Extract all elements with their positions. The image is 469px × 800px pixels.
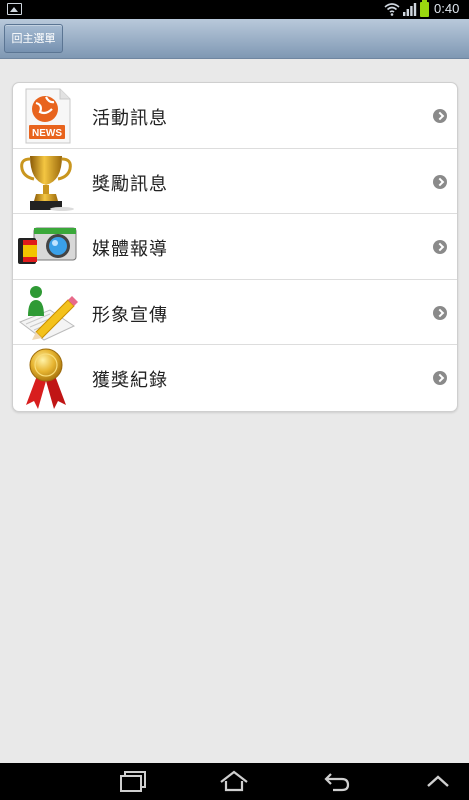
header-bar: 回主選單 — [0, 19, 469, 59]
trophy-icon — [20, 155, 74, 211]
status-bar: 0:40 — [0, 0, 469, 19]
chevron-right-icon — [433, 109, 447, 123]
menu-up-icon[interactable] — [425, 770, 451, 792]
menu-item-award-records[interactable]: 獲獎紀錄 — [13, 345, 457, 411]
image-notification-icon — [7, 3, 22, 15]
menu-item-label: 媒體報導 — [92, 239, 168, 261]
menu-item-media-reports[interactable]: 媒體報導 — [13, 214, 457, 280]
menu-item-label: 獎勵訊息 — [92, 173, 168, 195]
medal-ribbon-icon — [26, 348, 66, 410]
clock-time: 0:40 — [434, 1, 460, 16]
chevron-right-icon — [433, 305, 447, 320]
back-icon[interactable] — [323, 770, 351, 792]
menu-list: NEWS 活動訊息 獎勵訊息 媒體報導 形象宣傳 獲獎紀錄 — [12, 82, 458, 412]
svg-text:NEWS: NEWS — [32, 128, 62, 139]
menu-item-reward-news[interactable]: 獎勵訊息 — [13, 149, 457, 215]
camera-film-icon — [18, 227, 77, 265]
chevron-right-icon — [433, 371, 447, 386]
recent-apps-icon[interactable] — [119, 770, 147, 792]
menu-item-label: 獲獎紀錄 — [92, 370, 168, 392]
menu-item-label: 形象宣傳 — [92, 304, 168, 326]
home-icon[interactable] — [218, 770, 250, 792]
menu-item-activity-news[interactable]: NEWS 活動訊息 — [13, 83, 457, 149]
signal-icon — [403, 3, 417, 16]
chevron-right-icon — [433, 174, 447, 189]
back-to-main-menu-button[interactable]: 回主選單 — [4, 24, 63, 53]
menu-item-image-promotion[interactable]: 形象宣傳 — [13, 280, 457, 346]
chevron-right-icon — [433, 240, 447, 255]
menu-item-label: 活動訊息 — [92, 108, 168, 129]
wifi-icon — [384, 3, 400, 16]
battery-icon — [420, 0, 429, 17]
news-icon: NEWS — [25, 88, 71, 144]
system-nav-bar — [0, 763, 469, 800]
pencil-person-icon — [18, 285, 78, 341]
